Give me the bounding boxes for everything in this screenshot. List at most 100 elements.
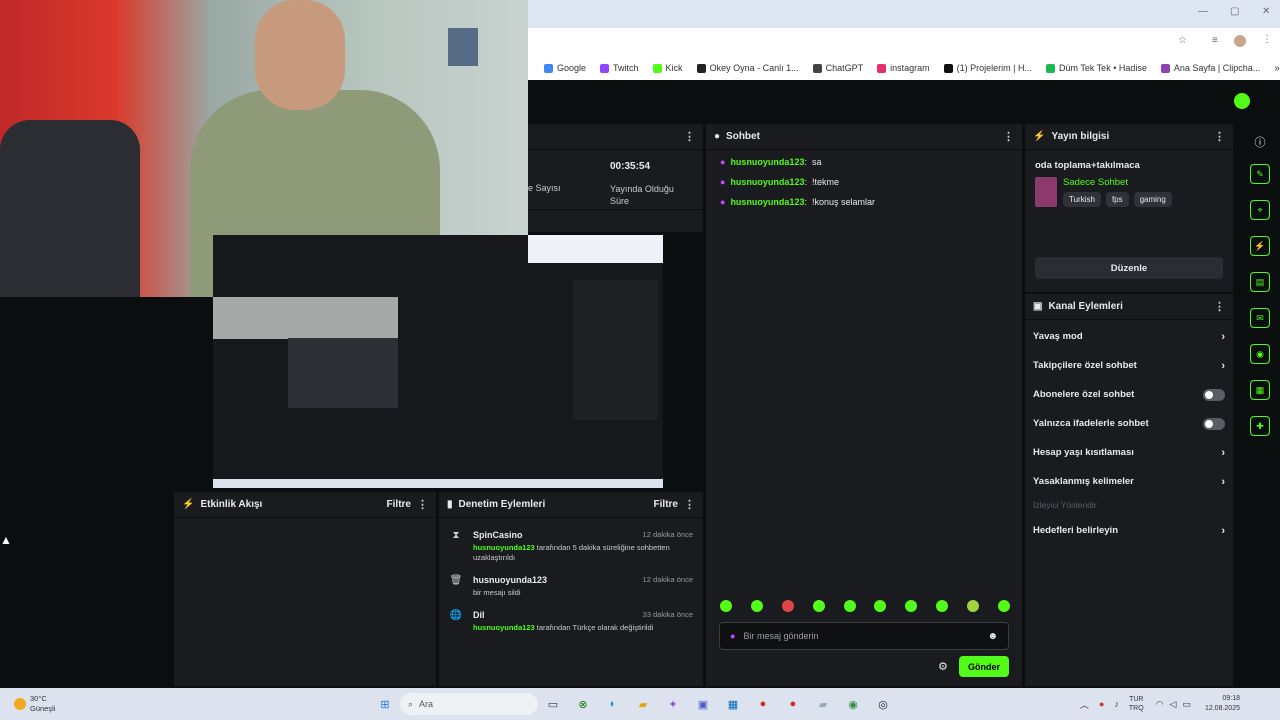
copilot-icon[interactable]: ✦ [662, 693, 684, 715]
chat-username[interactable]: husnuoyunda123 [730, 197, 804, 207]
channel-action-row[interactable]: Yasaklanmış kelimeler › [1025, 467, 1233, 496]
emote-icon[interactable] [936, 600, 949, 612]
bookmark-2[interactable]: Kick [652, 63, 683, 73]
taskbar-search[interactable]: ⌕ Ara [400, 693, 538, 715]
clock[interactable]: 09:18 12.08.2025 [1205, 694, 1240, 714]
tool-icon-1[interactable]: ⌖ [1250, 200, 1270, 220]
bookmark-8[interactable]: Ana Sayfa | Clipcha... [1160, 63, 1260, 73]
chat-username[interactable]: husnuoyunda123 [730, 177, 804, 187]
app-gray-icon[interactable]: ▰ [812, 693, 834, 715]
channel-action-row[interactable]: Hesap yaşı kısıtlaması › [1025, 438, 1233, 467]
edge-icon[interactable]: ◐ [602, 693, 624, 715]
emoji-icon[interactable]: ☻ [987, 631, 998, 642]
volume-icon[interactable]: ◁ [1170, 699, 1177, 710]
category-link[interactable]: Sadece Sohbet [1063, 177, 1172, 188]
tag-chip[interactable]: Turkish [1063, 192, 1101, 207]
activity-menu-icon[interactable]: ⋮ [417, 498, 428, 511]
emote-icon[interactable] [905, 600, 918, 612]
bookmark-6[interactable]: (1) Projelerim | H... [943, 63, 1032, 73]
media-icon[interactable]: ≡ [1212, 35, 1218, 46]
tool-icon-5[interactable]: ◉ [1250, 344, 1270, 364]
bookmark-4[interactable]: ChatGPT [812, 63, 863, 73]
moderation-entry-user[interactable]: husnuoyunda123 [473, 623, 535, 632]
emote-icon[interactable] [874, 600, 887, 612]
tool-icon-2[interactable]: ⚡ [1250, 236, 1270, 256]
moderation-filter-button[interactable]: Filtre [654, 499, 678, 510]
channel-actions-title: Kanal Eylemleri [1048, 301, 1123, 312]
explorer-icon[interactable]: ▰ [632, 693, 654, 715]
set-targets-row[interactable]: Hedefleri belirleyin › [1025, 516, 1233, 545]
obs-icon[interactable]: ◎ [872, 693, 894, 715]
moderation-entry-desc: bir mesajı sildi [473, 588, 693, 598]
tool-icon-7[interactable]: ✚ [1250, 416, 1270, 436]
emote-icon[interactable] [720, 600, 732, 612]
stream-title: oda toplama+takılmaca [1035, 160, 1140, 171]
channel-action-row[interactable]: Yavaş mod › [1025, 322, 1233, 351]
chat-username[interactable]: husnuoyunda123 [730, 157, 804, 167]
tool-icon-0[interactable]: ✎ [1250, 164, 1270, 184]
channel-action-row[interactable]: Abonelere özel sohbet [1025, 380, 1233, 409]
emote-icon[interactable] [781, 600, 794, 612]
battery-icon[interactable]: ▭ [1182, 699, 1191, 710]
profile-avatar[interactable] [1234, 35, 1246, 47]
bookmark-7[interactable]: Düm Tek Tek • Hadise [1046, 63, 1147, 73]
store-icon[interactable]: ▦ [722, 693, 744, 715]
wifi-icon[interactable]: ◠ [1156, 699, 1164, 710]
lang-secondary[interactable]: TRQ [1129, 704, 1144, 713]
send-button[interactable]: Gönder [959, 656, 1009, 677]
close-icon[interactable]: ✕ [1262, 6, 1270, 17]
channel-actions-menu-icon[interactable]: ⋮ [1214, 300, 1225, 313]
menu-icon[interactable]: ⋮ [1262, 34, 1272, 45]
info-icon[interactable]: ⓘ [1244, 134, 1276, 150]
tool-icon-6[interactable]: ▦ [1250, 380, 1270, 400]
chrome-icon[interactable]: ◉ [842, 693, 864, 715]
stream-time-label: Yayında Olduğu Süre [610, 184, 674, 206]
tag-chip[interactable]: gaming [1133, 192, 1172, 207]
app-red2-icon[interactable]: ● [782, 693, 804, 715]
app-red-icon[interactable]: ● [752, 693, 774, 715]
chat-menu-icon[interactable]: ⋮ [1003, 130, 1014, 143]
bookmark-0[interactable]: Google [544, 63, 586, 73]
emote-icon[interactable] [997, 600, 1010, 612]
channel-action-row[interactable]: Takipçilere özel sohbet › [1025, 351, 1233, 380]
kick-logo-icon[interactable] [1234, 93, 1250, 109]
tray-chevron-icon[interactable]: ︿ [1080, 698, 1089, 711]
bookmark-favicon-icon [696, 63, 706, 73]
xbox-icon[interactable]: ⊗ [572, 693, 594, 715]
bookmarks-overflow-icon[interactable]: » [1274, 63, 1280, 74]
activity-filter-button[interactable]: Filtre [387, 499, 411, 510]
emote-icon[interactable] [750, 600, 763, 612]
chat-settings-icon[interactable]: ⚙ [938, 660, 948, 673]
channel-action-row[interactable]: Yalnızca ifadelerle sohbet [1025, 409, 1233, 438]
maximize-icon[interactable]: ▢ [1230, 6, 1239, 17]
emote-icon[interactable] [843, 600, 856, 612]
address-bar[interactable]: ☆ ≡ ⋮ [528, 28, 1280, 56]
stats-menu-icon[interactable]: ⋮ [684, 130, 695, 143]
tool-icon-4[interactable]: ✉ [1250, 308, 1270, 328]
mic-icon[interactable]: ● [730, 631, 735, 641]
lang-primary[interactable]: TUR [1129, 695, 1144, 704]
teams-icon[interactable]: ▣ [692, 693, 714, 715]
mic-tray-icon[interactable]: ♪ [1114, 699, 1119, 709]
edit-button[interactable]: Düzenle [1035, 257, 1223, 279]
emote-icon[interactable] [967, 600, 979, 612]
emote-icon[interactable] [812, 600, 825, 612]
star-icon[interactable]: ☆ [1178, 35, 1187, 46]
weather-widget[interactable]: 30°C Güneşli [0, 694, 370, 714]
moderation-entry-user[interactable]: husnuoyunda123 [473, 543, 535, 552]
tool-icon-3[interactable]: ▤ [1250, 272, 1270, 292]
windows-start-icon[interactable]: ⊞ [374, 693, 396, 715]
task-view-icon[interactable]: ▭ [542, 693, 564, 715]
bookmark-1[interactable]: Twitch [600, 63, 639, 73]
stream-info-menu-icon[interactable]: ⋮ [1214, 130, 1225, 143]
bookmark-5[interactable]: instagram [877, 63, 930, 73]
tray-app-icon[interactable]: ● [1099, 699, 1104, 709]
toggle-switch[interactable] [1203, 417, 1225, 430]
chat-input[interactable]: ● Bir mesaj gönderin ☻ [719, 622, 1009, 650]
tag-chip[interactable]: fps [1105, 192, 1129, 207]
moderation-menu-icon[interactable]: ⋮ [684, 498, 695, 511]
bookmark-3[interactable]: Okey Oyna - Canlı 1... [696, 63, 799, 73]
badge-icon: ● [720, 177, 726, 187]
minimize-icon[interactable]: — [1198, 6, 1208, 17]
toggle-switch[interactable] [1203, 388, 1225, 401]
